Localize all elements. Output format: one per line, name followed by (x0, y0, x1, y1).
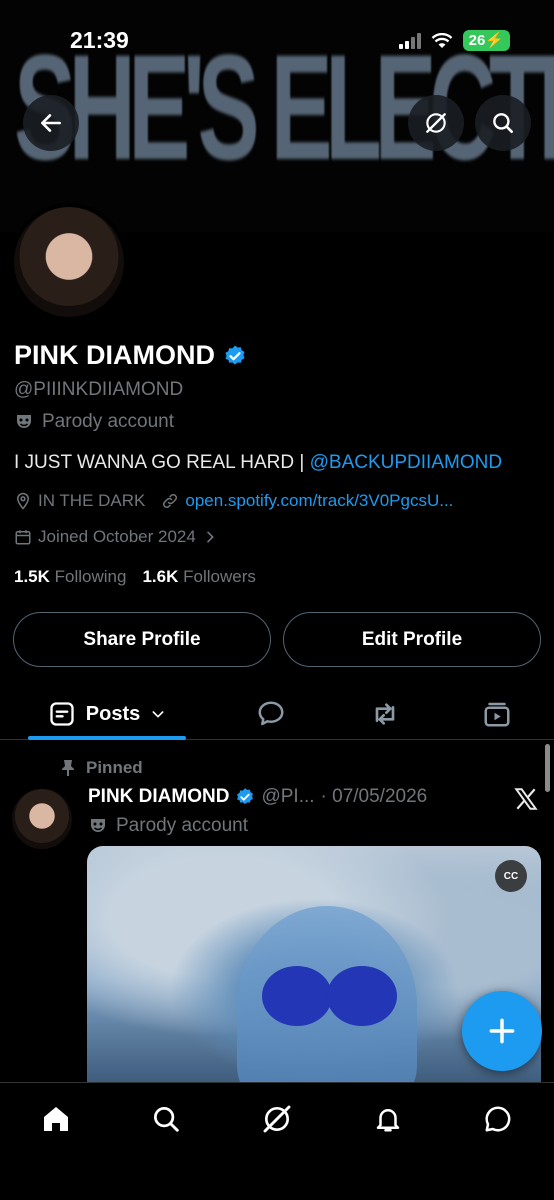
battery-level: 26 (468, 32, 486, 49)
search-icon (493, 113, 513, 133)
grok-icon (426, 113, 446, 133)
pinned-label-row: Pinned (60, 758, 143, 778)
edit-profile-button[interactable]: Edit Profile (283, 612, 541, 667)
verified-badge-icon (237, 788, 254, 805)
verified-badge-icon[interactable] (223, 344, 247, 368)
profile-joined-row[interactable]: Joined October 2024 (14, 527, 218, 547)
share-profile-button[interactable]: Share Profile (13, 612, 271, 667)
chevron-down-icon (152, 711, 164, 718)
post-author-handle: @PI... (261, 786, 315, 807)
profile-location: IN THE DARK (38, 491, 146, 510)
search-icon (154, 1107, 179, 1132)
tab-replies[interactable] (250, 688, 292, 740)
profile-avatar[interactable] (10, 203, 128, 321)
post-author-avatar[interactable] (12, 789, 72, 849)
bio-mention-link[interactable]: @BACKUPDIIAMOND (310, 452, 502, 473)
tab-media[interactable] (476, 688, 518, 740)
chevron-right-icon (207, 531, 214, 543)
status-indicators: 26⚡ (398, 30, 510, 51)
nav-home[interactable] (36, 1099, 76, 1139)
video-detail-right (327, 966, 397, 1026)
tab-posts-label: Posts (85, 702, 141, 725)
grok-icon (263, 1105, 291, 1133)
post-parody-label: Parody account (116, 815, 249, 836)
profile-handle: @PIIINKDIIAMOND (14, 379, 184, 400)
parody-label: Parody account (42, 411, 175, 432)
bottom-navigation (0, 1082, 554, 1200)
parody-label-row: Parody account (14, 411, 174, 433)
profile-name: PINK DIAMOND (14, 340, 215, 370)
search-button[interactable] (475, 95, 531, 151)
media-play-icon (484, 702, 510, 727)
reply-bubble-icon (258, 701, 284, 726)
profile-tabs: Posts (0, 688, 554, 740)
nav-search[interactable] (146, 1099, 186, 1139)
chat-bubble-icon (485, 1106, 511, 1132)
calendar-icon (15, 530, 31, 545)
following-label: Following (54, 567, 127, 586)
repost-icon (375, 703, 395, 725)
pin-icon (62, 760, 74, 776)
post-author-name[interactable]: PINK DIAMOND (88, 786, 229, 808)
profile-meta-location-link: IN THE DARK open.spotify.com/track/3V0Pg… (14, 491, 453, 511)
profile-name-row: PINK DIAMOND (14, 340, 247, 371)
parody-mask-icon (91, 819, 105, 832)
profile-joined: Joined October 2024 (38, 527, 196, 546)
grok-button[interactable] (408, 95, 464, 151)
parody-mask-icon (17, 415, 31, 428)
profile-bio: I JUST WANNA GO REAL HARD | @BACKUPDIIAM… (14, 452, 502, 474)
video-detail-left (262, 966, 332, 1026)
bio-text: I JUST WANNA GO REAL HARD | (14, 452, 310, 473)
profile-website-link[interactable]: open.spotify.com/track/3V0PgcsU... (185, 491, 453, 511)
location-pin-icon (16, 492, 30, 510)
followers-count: 1.6K (142, 567, 179, 586)
follow-counts: 1.5K Following 1.6K Followers (14, 567, 256, 587)
tab-posts[interactable]: Posts (28, 688, 186, 740)
post-parody-row: Parody account (88, 815, 248, 837)
status-time: 21:39 (70, 27, 129, 53)
followers-label: Followers (183, 567, 256, 586)
bell-icon (376, 1109, 400, 1132)
signal-icon (398, 32, 421, 49)
plus-icon (489, 1018, 515, 1044)
pinned-label: Pinned (86, 758, 143, 777)
active-tab-indicator (28, 736, 186, 740)
following-count: 1.5K (14, 567, 50, 586)
scrollbar[interactable] (545, 744, 550, 792)
compose-button[interactable] (462, 991, 542, 1071)
post-header: PINK DIAMOND @PI... · 07/05/2026 (88, 786, 427, 808)
nav-grok[interactable] (257, 1099, 297, 1139)
back-arrow-icon (41, 114, 61, 132)
back-button[interactable] (23, 95, 79, 151)
captions-button[interactable]: CC (495, 860, 527, 892)
home-icon (44, 1107, 68, 1131)
following-count-link[interactable]: 1.5K Following (14, 567, 126, 587)
post-date: · 07/05/2026 (320, 786, 428, 807)
link-icon (163, 493, 178, 509)
charging-icon: ⚡ (485, 32, 504, 49)
posts-icon (50, 702, 74, 726)
followers-count-link[interactable]: 1.6K Followers (142, 567, 255, 587)
battery-indicator: 26⚡ (462, 30, 510, 51)
nav-messages[interactable] (478, 1099, 518, 1139)
x-logo-icon[interactable] (512, 786, 540, 817)
tab-reposts[interactable] (364, 688, 406, 740)
nav-notifications[interactable] (368, 1099, 408, 1139)
wifi-icon (431, 32, 452, 48)
